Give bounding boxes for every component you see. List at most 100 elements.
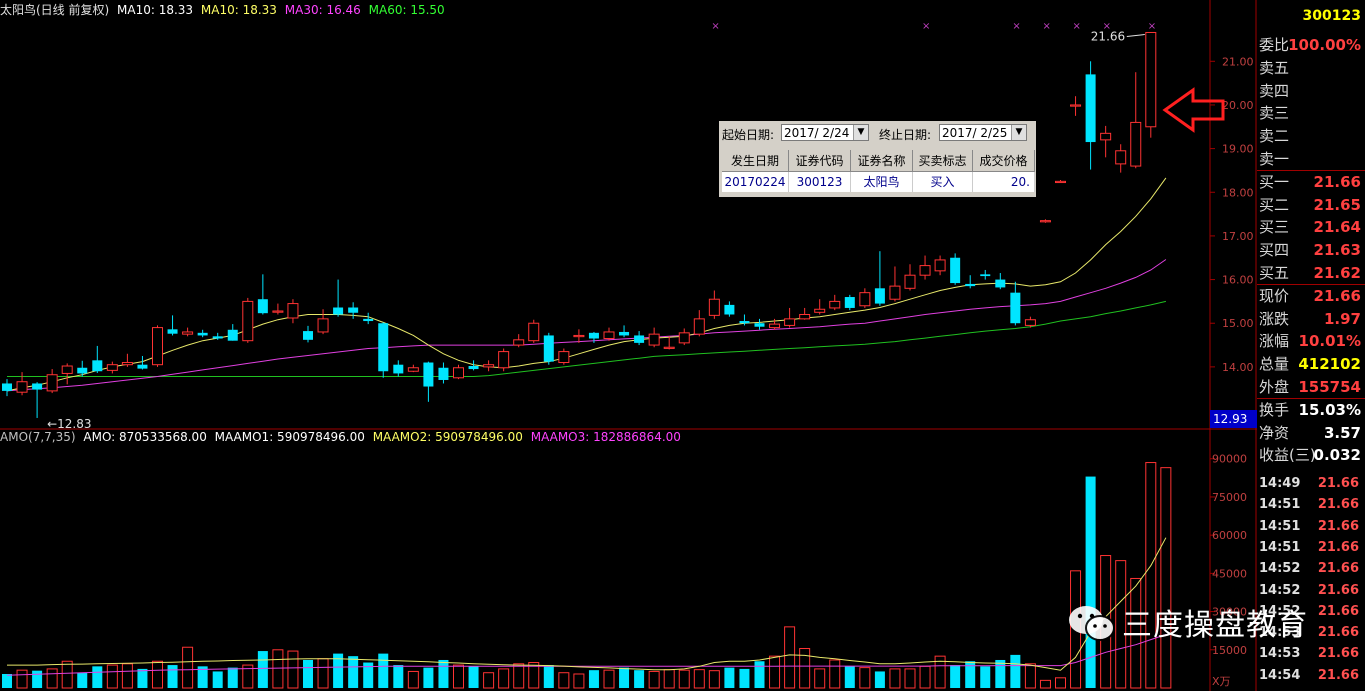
col-header-name[interactable]: 证券名称 <box>851 150 913 172</box>
volume-bar <box>407 670 419 689</box>
quote-row-value: 10.01% <box>1298 332 1361 351</box>
candle-body <box>257 299 268 314</box>
volume-bar <box>648 670 660 689</box>
volume-unit-label: X万 <box>1212 675 1231 688</box>
quote-row-label: 买五 <box>1259 264 1290 282</box>
trade-record-dialog[interactable]: 起始日期: 2017/ 2/24 ▼ 终止日期: 2017/ 2/25 ▼ 发生… <box>719 121 1036 197</box>
tick-time: 14:52 <box>1259 561 1301 577</box>
watermark-text: 三度操盘教育 <box>1122 608 1308 643</box>
event-marker: × <box>1012 21 1020 32</box>
candle-body <box>904 274 916 289</box>
volume-bar <box>1010 654 1021 688</box>
quote-row: 净资 3.57 <box>1257 422 1365 444</box>
chevron-down-icon[interactable]: ▼ <box>1011 125 1026 140</box>
cell-side[interactable]: 买入 <box>913 172 973 192</box>
quote-row-value: 21.64 <box>1313 218 1361 237</box>
quote-row-label: 卖四 <box>1259 81 1290 100</box>
event-marker: × <box>1103 21 1111 32</box>
quote-row-value: 21.65 <box>1313 195 1361 214</box>
tick-price: 21.66 <box>1317 646 1359 662</box>
quote-row: 收益(三) 0.032 <box>1257 444 1365 466</box>
candle-body <box>363 318 374 322</box>
red-arrow-icon <box>1162 87 1225 133</box>
quote-row-label: 买三 <box>1259 218 1290 237</box>
start-date-select[interactable]: 2017/ 2/24 ▼ <box>781 124 869 141</box>
event-marker: × <box>1042 21 1050 32</box>
volume-bar <box>995 659 1006 688</box>
candle-body <box>152 327 163 366</box>
chevron-down-icon[interactable]: ▼ <box>853 125 868 140</box>
candle-body <box>407 367 419 372</box>
volume-bar <box>468 666 479 688</box>
volume-bar <box>378 653 389 688</box>
candle-body <box>829 300 841 309</box>
cell-name[interactable]: 太阳鸟 <box>851 172 913 192</box>
cell-date[interactable]: 20170224 <box>722 172 789 192</box>
volume-tick-label: 90000 <box>1212 453 1247 466</box>
volume-bar <box>46 668 58 689</box>
quote-row: 买四 21.63 <box>1257 239 1365 261</box>
volume-bar <box>889 668 901 689</box>
volume-bar <box>227 667 238 688</box>
end-date-select[interactable]: 2017/ 2/25 ▼ <box>939 124 1027 141</box>
quote-row-label: 净资 <box>1259 423 1290 442</box>
volume-bar <box>859 667 871 689</box>
volume-bar <box>423 667 434 688</box>
volume-bar <box>1145 462 1157 689</box>
volume-bar <box>1039 679 1051 689</box>
tick-price: 21.66 <box>1317 476 1359 491</box>
volume-bar <box>634 670 645 688</box>
tick-row: 14:51 21.66 <box>1257 494 1365 515</box>
price-tick-label: 18.00 <box>1222 186 1254 199</box>
candle-body <box>393 364 404 374</box>
quote-row: 卖二 <box>1257 125 1365 147</box>
volume-bar <box>106 664 118 689</box>
tick-time: 14:54 <box>1259 667 1301 683</box>
volume-bar <box>438 659 449 688</box>
volume-bar <box>182 646 194 689</box>
candle-body <box>814 308 826 313</box>
candle-body <box>438 367 449 380</box>
quote-row: 买三 21.64 <box>1257 216 1365 238</box>
col-header-side[interactable]: 买卖标志 <box>913 150 973 172</box>
event-marker: × <box>922 21 930 32</box>
kline-chart[interactable]: 21.00 20.00 19.00 18.00 17.00 16.00 15.00 14.00… <box>0 0 1257 691</box>
cell-price[interactable]: 20. <box>973 172 1035 192</box>
volume-bar <box>693 669 705 689</box>
volume-bar <box>77 672 88 688</box>
volume-bar <box>904 668 916 689</box>
volume-bar <box>287 650 299 689</box>
col-header-price[interactable]: 成交价格 <box>973 150 1035 172</box>
candle-body <box>799 313 811 320</box>
maamo3-line <box>6 634 1167 676</box>
quote-row-label: 买一 <box>1259 172 1290 191</box>
candle-body <box>167 329 178 334</box>
volume-bar <box>588 670 599 688</box>
volume-bar <box>844 666 855 688</box>
end-date-value: 2017/ 2/25 <box>942 126 1008 140</box>
candle-body <box>182 331 194 335</box>
tick-price: 21.66 <box>1317 518 1359 534</box>
col-header-code[interactable]: 证券代码 <box>789 150 851 172</box>
quote-row-label: 总量 <box>1259 355 1290 374</box>
tick-price: 21.66 <box>1317 582 1359 598</box>
col-header-date[interactable]: 发生日期 <box>722 150 789 172</box>
candle-body <box>724 304 735 315</box>
quote-row-label: 涨幅 <box>1259 332 1290 351</box>
volume-bar <box>573 673 585 689</box>
candle-body <box>693 318 705 335</box>
quote-row-label: 卖二 <box>1259 127 1290 146</box>
cell-code[interactable]: 300123 <box>789 172 851 192</box>
volume-bar <box>2 673 12 688</box>
tick-row: 14:54 21.66 <box>1257 665 1365 686</box>
quote-row: 总量 412102 <box>1257 353 1365 375</box>
candle-body <box>272 310 284 313</box>
volume-bar <box>754 661 765 688</box>
candle-body <box>754 323 765 327</box>
volume-bar <box>498 668 510 689</box>
stock-code: 300123 <box>1302 8 1361 24</box>
quote-row: 现价 21.66 <box>1257 285 1365 307</box>
quote-row: 买二 21.65 <box>1257 194 1365 216</box>
candle-body <box>573 334 585 338</box>
quote-row-value: 3.57 <box>1323 423 1361 442</box>
